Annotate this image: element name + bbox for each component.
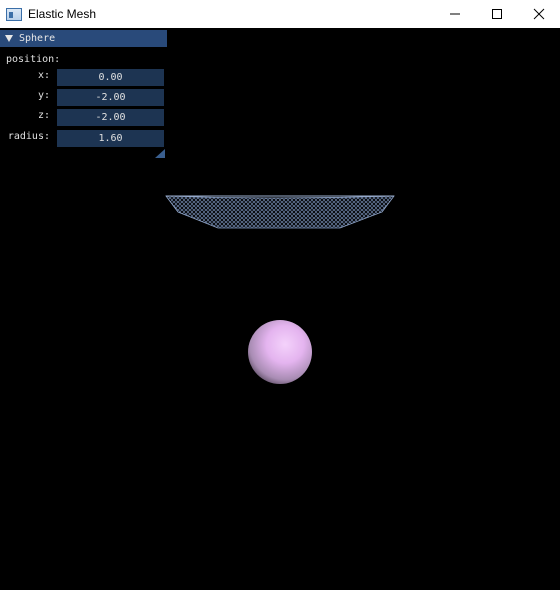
y-input[interactable]: -2.00 xyxy=(57,89,164,106)
sphere xyxy=(248,320,312,384)
close-icon xyxy=(533,8,545,20)
maximize-icon xyxy=(492,9,502,19)
sphere-panel: Sphere position: x: 0.00 y: -2.00 z: -2.… xyxy=(0,28,168,158)
sphere-panel-header[interactable]: Sphere xyxy=(0,30,167,47)
app-window: Elastic Mesh Sphere position: x: 0.00 y:… xyxy=(0,0,560,590)
window-title: Elastic Mesh xyxy=(28,7,97,21)
close-button[interactable] xyxy=(518,0,560,28)
minimize-icon xyxy=(450,13,460,15)
field-row-x: x: 0.00 xyxy=(0,69,168,86)
field-row-y: y: -2.00 xyxy=(0,89,168,106)
field-row-radius: radius: 1.60 xyxy=(0,130,168,147)
position-label: position: xyxy=(6,54,61,65)
elastic-mesh xyxy=(165,195,395,229)
field-label-radius: radius: xyxy=(7,131,50,142)
app-icon xyxy=(6,7,22,21)
maximize-button[interactable] xyxy=(476,0,518,28)
radius-input[interactable]: 1.60 xyxy=(57,130,164,147)
panel-title: Sphere xyxy=(19,33,56,44)
title-bar[interactable]: Elastic Mesh xyxy=(0,0,560,28)
resize-grip[interactable] xyxy=(155,149,165,158)
minimize-button[interactable] xyxy=(434,0,476,28)
x-input[interactable]: 0.00 xyxy=(57,69,164,86)
field-label-z: z: xyxy=(37,110,50,121)
field-label-x: x: xyxy=(37,70,50,81)
collapse-arrow-icon[interactable] xyxy=(5,35,13,42)
field-row-z: z: -2.00 xyxy=(0,109,168,126)
field-label-y: y: xyxy=(37,90,50,101)
z-input[interactable]: -2.00 xyxy=(57,109,164,126)
